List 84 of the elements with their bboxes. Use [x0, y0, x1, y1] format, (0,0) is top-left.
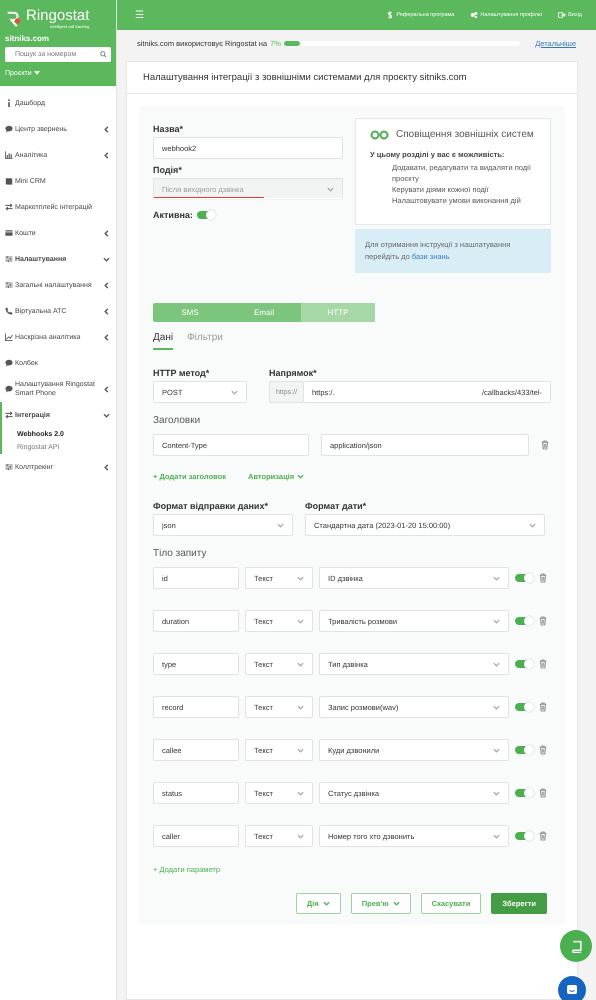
chevron-down-icon — [493, 618, 500, 624]
trash-icon[interactable] — [539, 659, 547, 669]
chevron-down-icon — [297, 790, 304, 796]
chevron-down-icon — [297, 574, 304, 582]
sliders-icon — [5, 255, 13, 263]
swap-arrows-icon — [5, 203, 13, 211]
dollar-icon — [386, 11, 394, 19]
help-button[interactable] — [560, 930, 592, 962]
chevron-left-icon — [103, 230, 110, 236]
chevron-left-icon — [103, 282, 110, 288]
chevron-down-icon — [297, 832, 304, 840]
toggle-switch[interactable] — [515, 574, 533, 582]
toggle-switch[interactable] — [515, 703, 533, 711]
chevron-down-icon — [493, 660, 500, 668]
chevron-down-icon — [493, 574, 500, 582]
field-label: Активна: — [153, 210, 193, 220]
section-title: Заголовки — [153, 415, 202, 426]
chat-icon — [566, 984, 578, 996]
field-label: Формат відправки даних* — [153, 501, 269, 511]
chevron-down-icon — [297, 618, 304, 624]
toggle-switch[interactable] — [515, 746, 533, 754]
gears-icon — [470, 11, 478, 19]
chevron-down-icon — [529, 522, 536, 528]
speech-bubble-icon — [5, 385, 13, 393]
bar-chart-icon — [5, 151, 13, 159]
chevron-down-icon — [297, 704, 304, 710]
field-label: Формат дати* — [305, 501, 368, 511]
toggle-switch[interactable] — [515, 617, 533, 625]
trash-icon[interactable] — [539, 702, 547, 712]
field-label: Назва* — [153, 124, 184, 134]
sliders-icon — [5, 281, 13, 289]
line-chart-icon — [5, 333, 13, 341]
chevron-down-icon — [297, 746, 304, 754]
speech-bubble-icon — [5, 359, 13, 367]
chevron-down-icon — [297, 660, 304, 668]
card-title: Налаштування інтеграції з зовнішніми системами для проєкту sitniks.com — [127, 62, 577, 94]
field-label: Подія* — [153, 165, 183, 175]
info-title: Сповіщення зовнішніх систем — [396, 129, 534, 140]
field-label: HTTP метод* — [153, 368, 210, 378]
caret-icon — [34, 71, 40, 75]
chevron-down-icon — [103, 412, 110, 418]
chevron-left-icon — [103, 334, 110, 340]
chevron-left-icon — [103, 386, 110, 392]
toggle-switch[interactable] — [196, 211, 215, 219]
section-title: Тіло запиту — [153, 548, 208, 559]
chevron-down-icon — [493, 704, 500, 710]
info-icon — [5, 99, 13, 107]
trash-icon[interactable] — [539, 573, 547, 583]
speech-bubble-icon — [5, 125, 13, 133]
chat-button[interactable] — [558, 976, 586, 1000]
chevron-down-icon — [493, 746, 500, 754]
webhook-icon — [370, 130, 390, 140]
swap-arrows-icon — [5, 411, 13, 419]
field-label: Напрямок* — [269, 368, 318, 378]
trash-icon[interactable] — [539, 788, 547, 798]
credit-card-icon — [5, 229, 13, 237]
chevron-left-icon — [103, 308, 110, 314]
chevron-down-icon — [392, 900, 400, 907]
chevron-down-icon — [327, 186, 334, 192]
chevron-down-icon — [297, 473, 304, 480]
phone-icon — [5, 307, 13, 315]
chevron-down-icon — [493, 832, 500, 840]
exit-icon — [558, 11, 566, 19]
section-tab[interactable]: Дані — [153, 332, 174, 350]
toggle-switch[interactable] — [515, 832, 533, 840]
trash-icon[interactable] — [539, 745, 547, 755]
toggle-switch[interactable] — [515, 789, 533, 797]
chevron-down-icon — [103, 256, 110, 262]
chevron-down-icon — [493, 790, 500, 796]
trash-icon[interactable] — [539, 616, 547, 626]
trash-icon[interactable] — [539, 831, 547, 841]
chevron-down-icon — [322, 900, 330, 907]
chevron-left-icon — [103, 126, 110, 132]
toggle-switch[interactable] — [515, 660, 533, 668]
chevron-down-icon — [277, 522, 284, 528]
search-icon — [100, 51, 107, 58]
site-name: sitniks.com — [5, 34, 50, 43]
chevron-left-icon — [103, 152, 110, 158]
chevron-left-icon — [103, 464, 110, 470]
logo-icon — [5, 10, 23, 28]
trash-icon[interactable] — [541, 440, 549, 450]
chevron-down-icon — [231, 388, 238, 396]
brand-name: Ringostat — [26, 8, 90, 24]
sliders-icon — [5, 463, 13, 471]
